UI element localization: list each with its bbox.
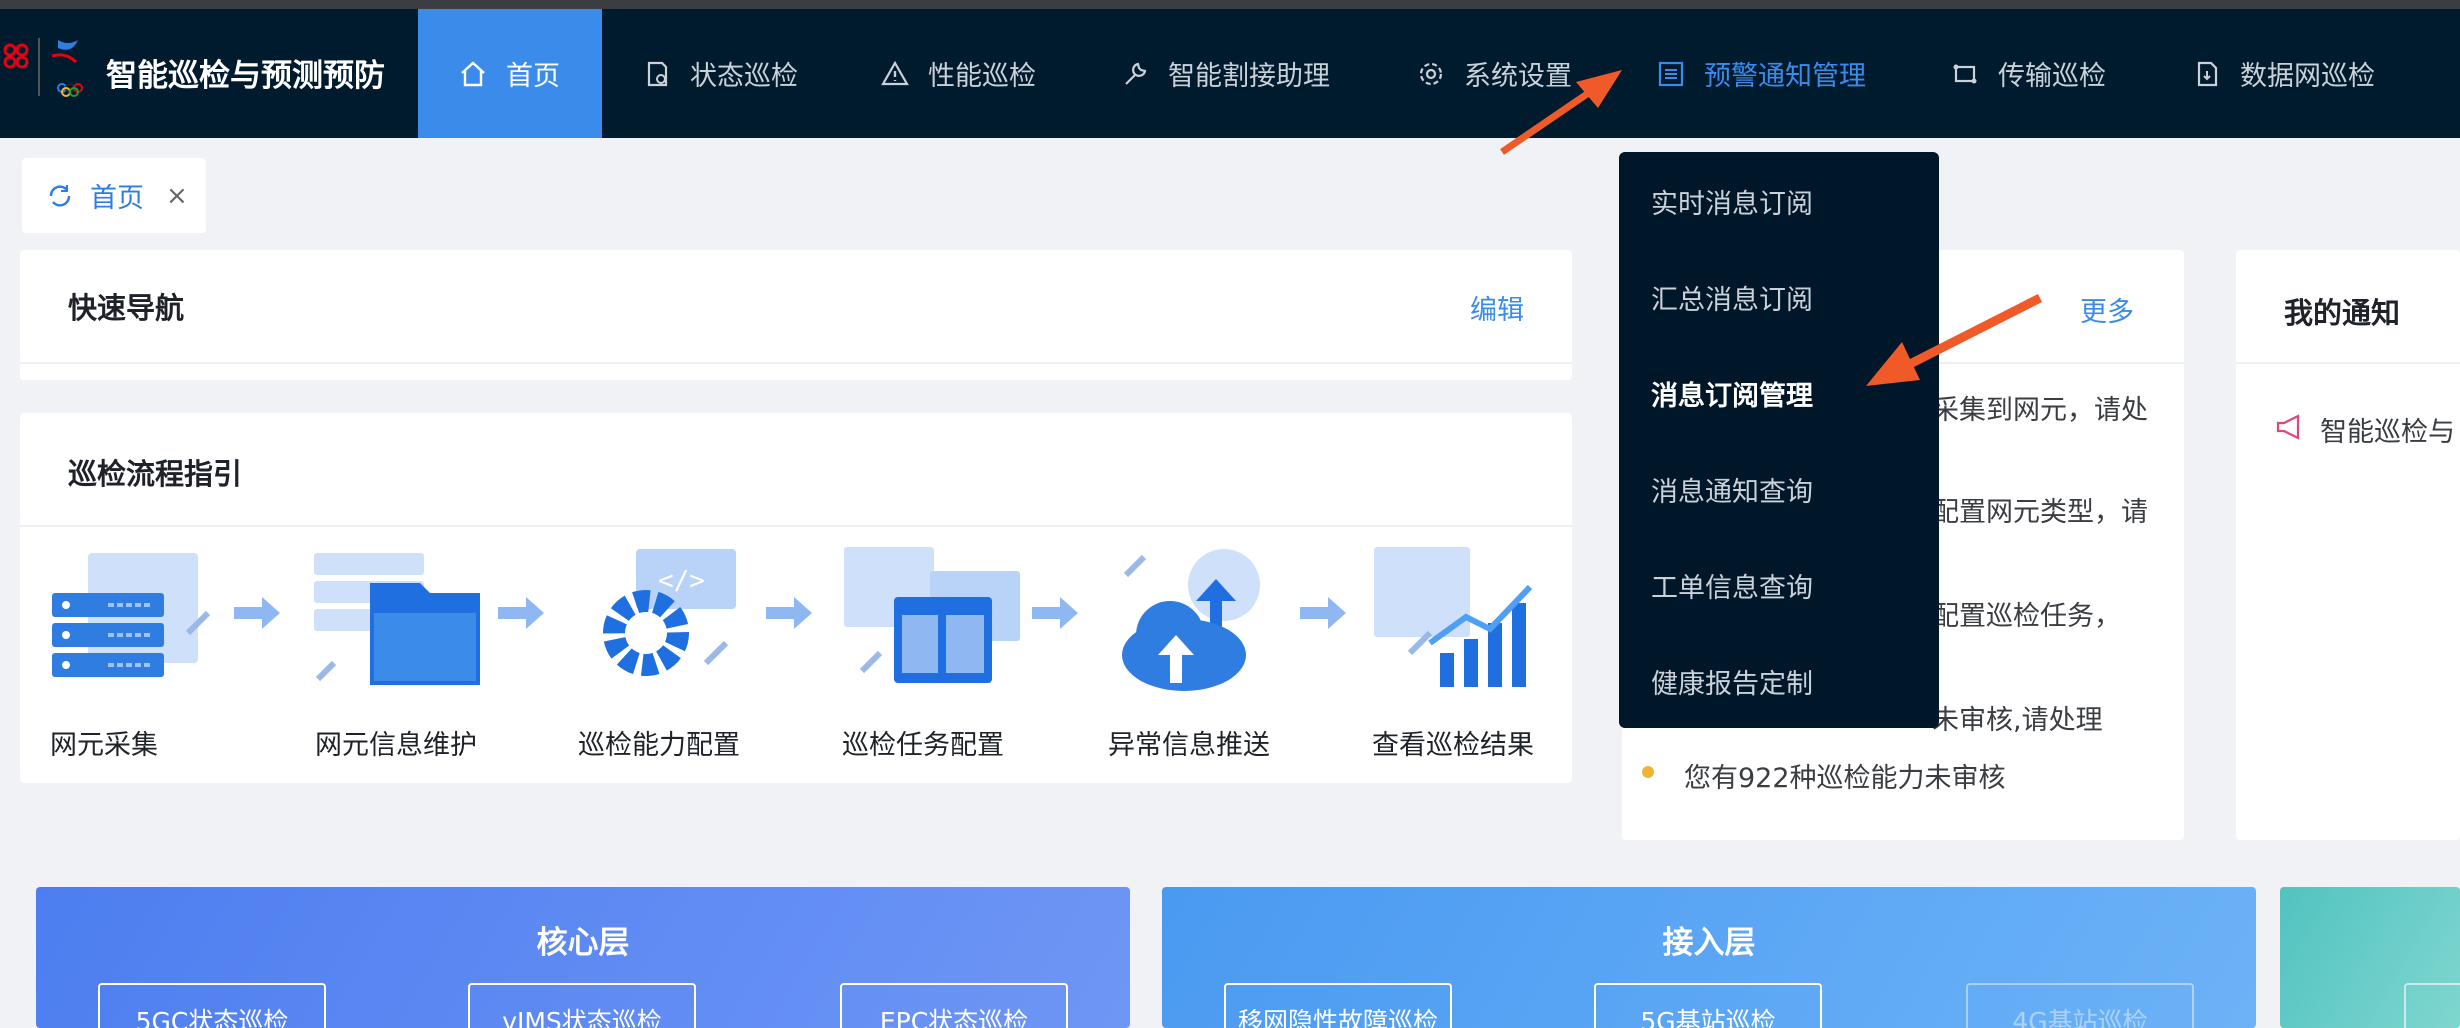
alert-notification-dropdown: 实时消息订阅 汇总消息订阅 消息订阅管理 消息通知查询 工单信息查询 健康报告定… <box>1619 152 1939 728</box>
menu-item-realtime-subscription[interactable]: 实时消息订阅 <box>1651 182 1813 221</box>
notification-item[interactable]: 智能巡检与 <box>2320 410 2455 449</box>
nav-item-label: 智能割接助理 <box>1168 61 1330 92</box>
close-icon[interactable]: × <box>166 181 188 211</box>
step-label: 巡检能力配置 <box>578 730 740 761</box>
warning-dot-icon <box>1642 766 1654 778</box>
nav-item-label: 首页 <box>506 61 560 92</box>
access-layer-panel: 接入层 移网隐性故障巡检 5G基站巡检 4G基站巡检 <box>1162 887 2256 1028</box>
layer-button[interactable] <box>2404 983 2460 1028</box>
gear-code-illustration-icon: </> <box>576 543 766 693</box>
gear-icon <box>1416 59 1446 89</box>
nav-item-alert-notification[interactable]: 预警通知管理 <box>1656 9 1866 138</box>
process-guide-card: 巡检流程指引 网元采集 网元信息维护 </> 巡检能力配置 巡检任务配置 异常信… <box>20 413 1572 783</box>
nav-item-system-settings[interactable]: 系统设置 <box>1416 9 1572 138</box>
menu-item-notification-query[interactable]: 消息通知查询 <box>1651 470 1813 509</box>
layer-title: 接入层 <box>1662 925 1756 961</box>
file-icon <box>2192 59 2222 89</box>
step-label: 查看巡检结果 <box>1372 730 1534 761</box>
tab-label: 首页 <box>90 183 144 214</box>
flow-arrow-icon <box>766 593 814 637</box>
document-check-icon <box>642 59 672 89</box>
refresh-icon <box>46 182 74 210</box>
divider <box>2236 362 2460 364</box>
quick-nav-title: 快速导航 <box>68 291 185 325</box>
warning-triangle-icon <box>880 59 910 89</box>
todo-item[interactable]: 未审核,请处理 <box>1932 698 2103 737</box>
layer-button[interactable]: vIMS状态巡检 <box>468 983 696 1028</box>
layer-button[interactable]: 移网隐性故障巡检 <box>1224 983 1452 1028</box>
todo-item[interactable]: 采集到网元，请处 <box>1932 388 2148 427</box>
todo-item[interactable]: 配置巡检任务， <box>1932 594 2121 633</box>
nav-item-label: 预警通知管理 <box>1704 61 1866 92</box>
cloud-upload-illustration-icon <box>1104 543 1294 693</box>
nav-item-home[interactable]: 首页 <box>418 9 602 138</box>
task-window-illustration-icon <box>840 543 1030 693</box>
tab-home[interactable]: 首页 × <box>22 158 206 233</box>
menu-item-health-report[interactable]: 健康报告定制 <box>1651 662 1813 701</box>
layer-title: 核心层 <box>536 925 630 961</box>
layer-button[interactable]: 5G基站巡检 <box>1594 983 1822 1028</box>
third-layer-panel <box>2280 887 2460 1028</box>
menu-item-subscription-management[interactable]: 消息订阅管理 <box>1651 374 1813 413</box>
todo-item[interactable]: 配置网元类型，请 <box>1932 490 2148 529</box>
nav-item-label: 状态巡检 <box>690 61 798 92</box>
folder-illustration-icon <box>310 543 500 693</box>
flow-arrow-icon <box>1032 593 1080 637</box>
menu-item-ticket-query[interactable]: 工单信息查询 <box>1651 566 1813 605</box>
brand-title: 智能巡检与预测预防 <box>106 58 385 94</box>
server-illustration-icon <box>48 543 238 693</box>
nav-item-label: 数据网巡检 <box>2240 61 2375 92</box>
step-label: 巡检任务配置 <box>842 730 1004 761</box>
my-notifications-title: 我的通知 <box>2284 296 2401 330</box>
nav-item-cutover-assistant[interactable]: 智能割接助理 <box>1120 9 1330 138</box>
layer-button[interactable]: EPC状态巡检 <box>840 983 1068 1028</box>
list-icon <box>1656 59 1686 89</box>
megaphone-icon <box>2274 412 2304 446</box>
step-label: 异常信息推送 <box>1108 730 1270 761</box>
svg-text:</>: </> <box>658 566 705 596</box>
wrench-icon <box>1120 59 1150 89</box>
step-label: 网元信息维护 <box>315 730 477 761</box>
layer-button[interactable]: 4G基站巡检 <box>1966 983 2194 1028</box>
nav-item-label: 性能巡检 <box>928 61 1036 92</box>
todo-item[interactable]: 您有922种巡检能力未审核 <box>1684 756 2006 795</box>
nav-item-datanet-inspection[interactable]: 数据网巡检 <box>2192 9 2375 138</box>
menu-item-summary-subscription[interactable]: 汇总消息订阅 <box>1651 278 1813 317</box>
more-link[interactable]: 更多 <box>2080 290 2134 329</box>
process-guide-title: 巡检流程指引 <box>68 457 243 491</box>
nav-item-status-inspection[interactable]: 状态巡检 <box>642 9 798 138</box>
window-top-bar <box>0 0 2460 9</box>
flow-arrow-icon <box>498 593 546 637</box>
edit-link[interactable]: 编辑 <box>1470 288 1524 327</box>
core-layer-panel: 核心层 5GC状态巡检 vIMS状态巡检 EPC状态巡检 <box>36 887 1130 1028</box>
flow-arrow-icon <box>1300 593 1348 637</box>
home-icon <box>458 59 488 89</box>
flow-arrow-icon <box>234 593 282 637</box>
nav-item-label: 系统设置 <box>1464 61 1572 92</box>
chart-illustration-icon <box>1370 543 1560 693</box>
divider <box>20 525 1572 527</box>
step-label: 网元采集 <box>50 730 158 761</box>
my-notifications-card: 我的通知 智能巡检与 <box>2236 250 2460 840</box>
quick-nav-card: 快速导航 编辑 <box>20 250 1572 380</box>
layer-button[interactable]: 5GC状态巡检 <box>98 983 326 1028</box>
nav-item-label: 传输巡检 <box>1998 61 2106 92</box>
divider <box>20 362 1572 364</box>
logo <box>0 30 100 110</box>
transfer-icon <box>1950 59 1980 89</box>
nav-item-performance-inspection[interactable]: 性能巡检 <box>880 9 1036 138</box>
nav-item-transmission-inspection[interactable]: 传输巡检 <box>1950 9 2106 138</box>
